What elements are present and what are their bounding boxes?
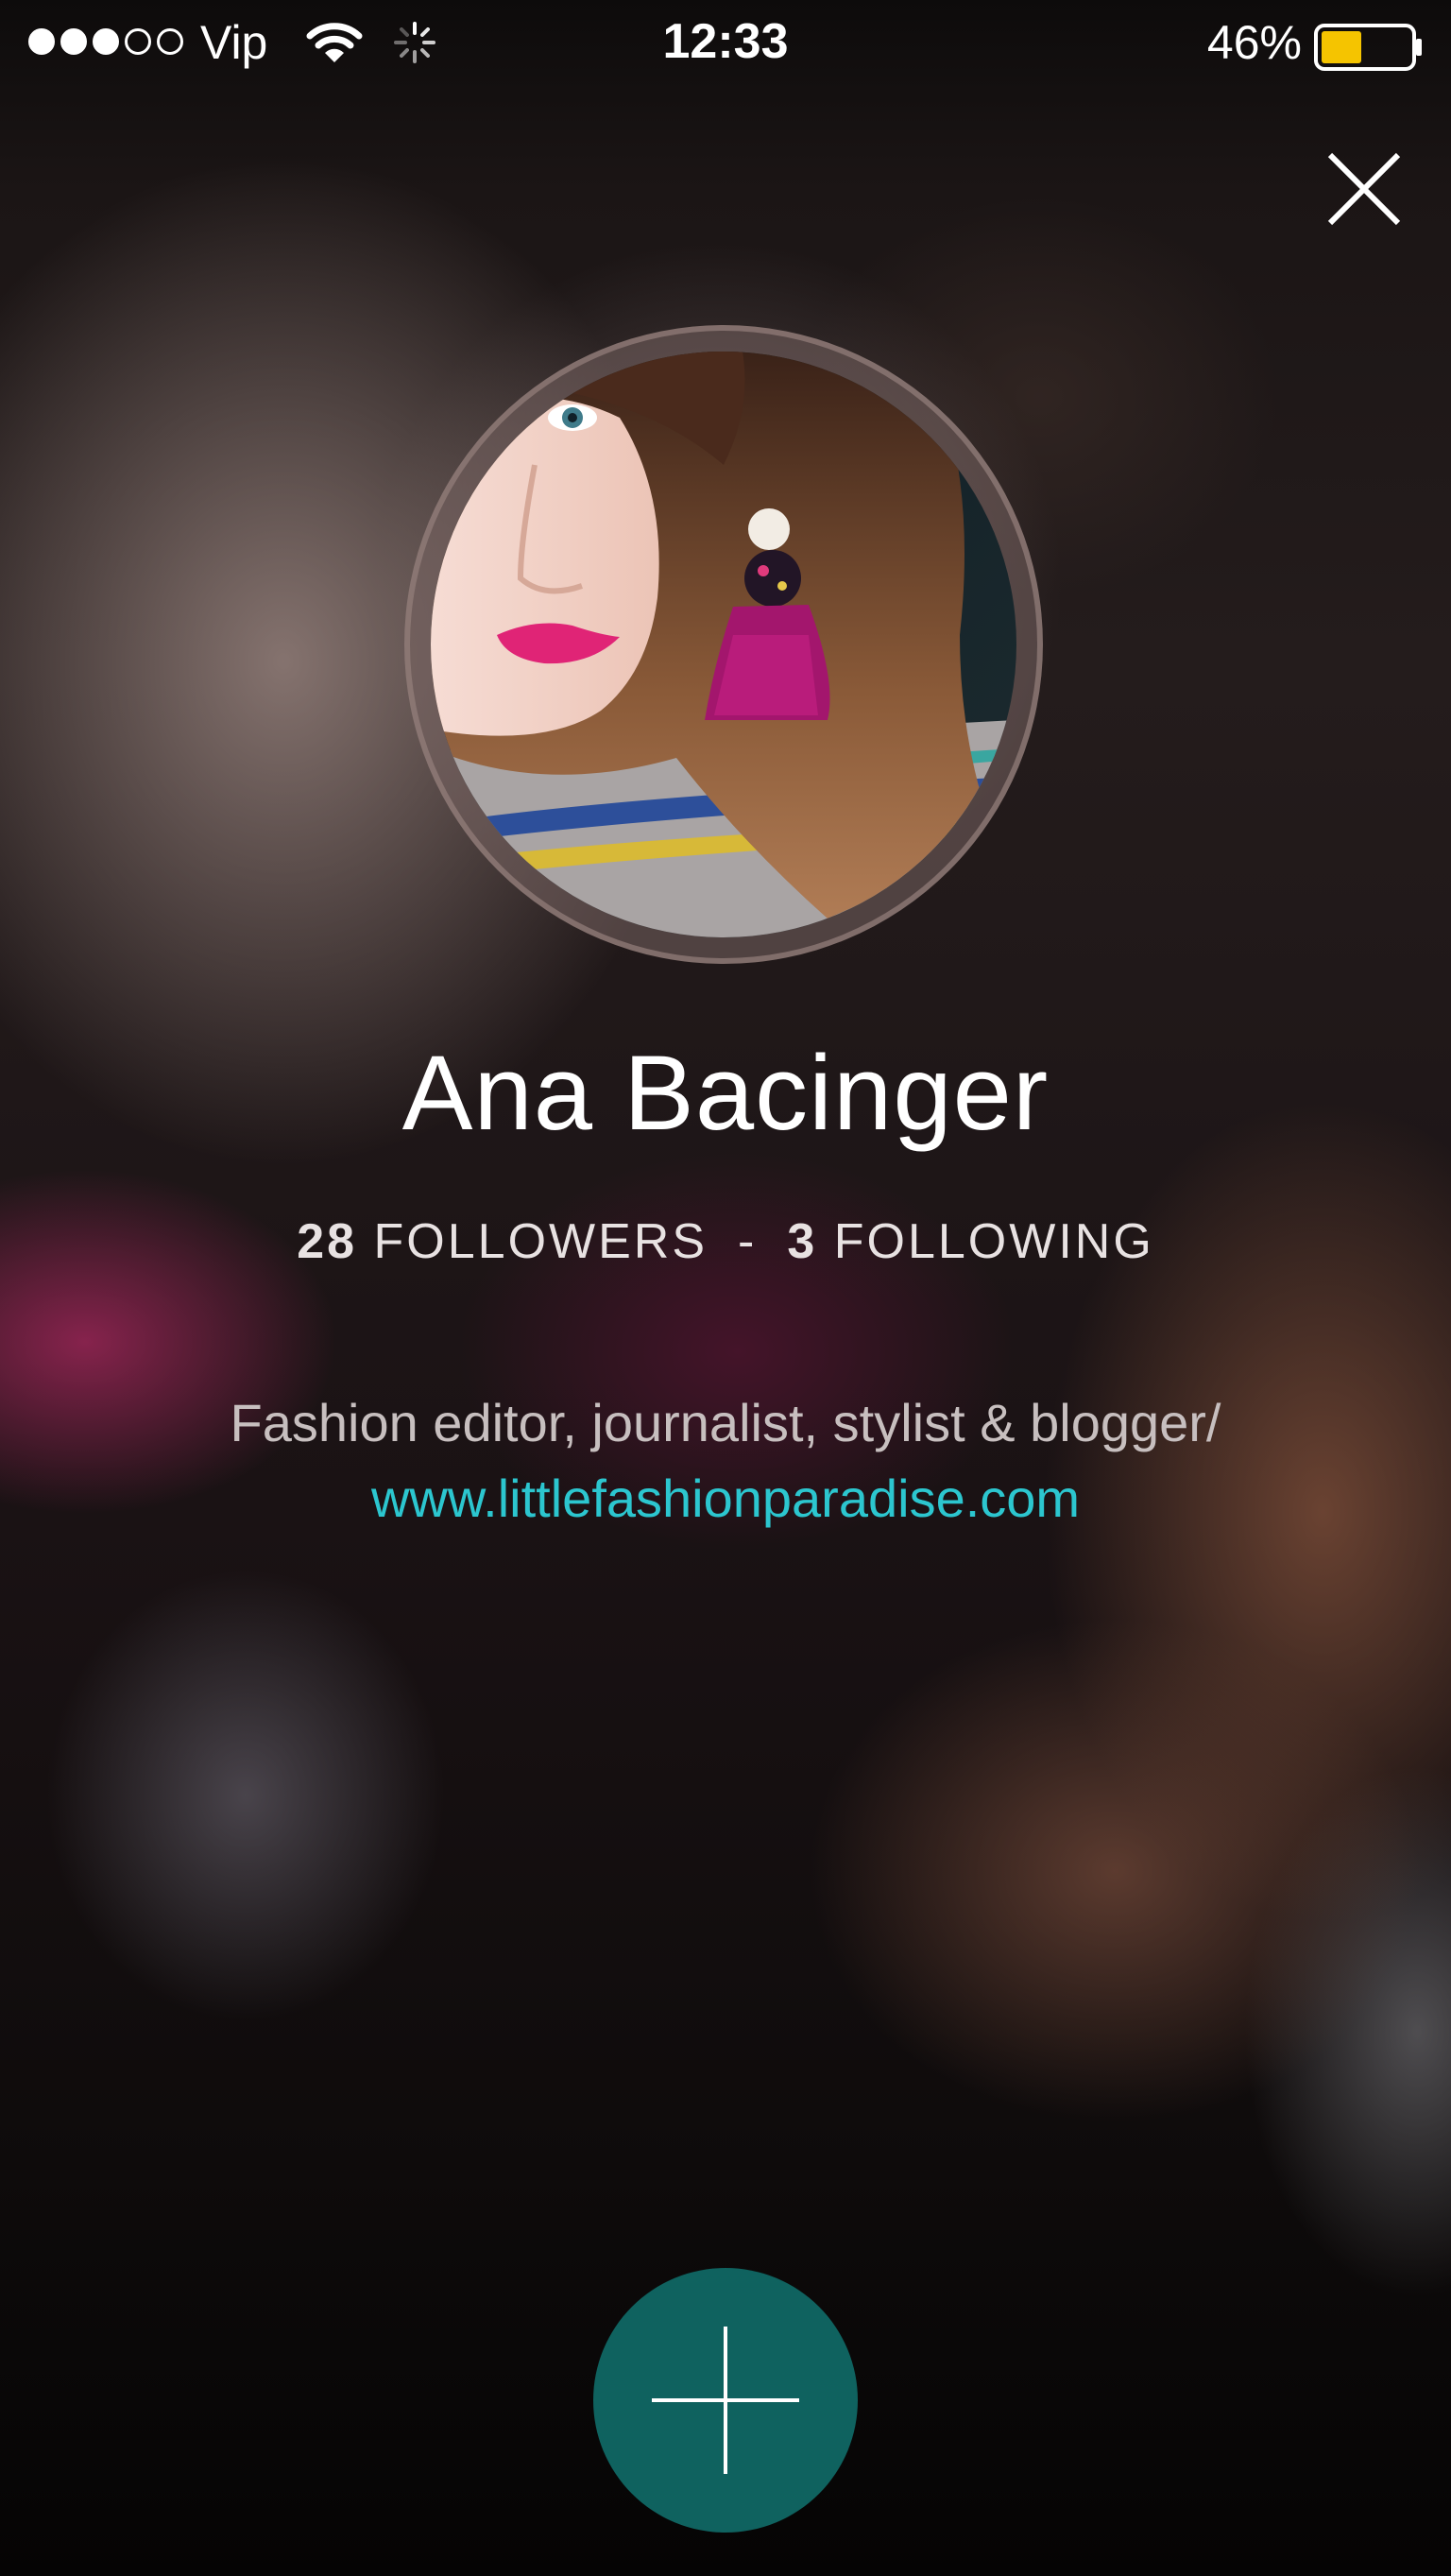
avatar[interactable] (431, 352, 1016, 937)
profile-screen: Vip 12:33 46% Ana Bacinger 28 FOLLOWERS … (0, 0, 1451, 2576)
profile-name: Ana Bacinger (401, 1034, 1050, 1152)
follow-stats: 28 FOLLOWERS -3 FOLLOWING (0, 1213, 1451, 1270)
bio-text: Fashion editor, journalist, stylist & bl… (230, 1393, 1221, 1452)
followers-label: FOLLOWERS (373, 1214, 708, 1269)
plus-icon (652, 2327, 799, 2474)
stats-separator: - (738, 1214, 758, 1269)
close-button[interactable] (1319, 144, 1409, 234)
following-label: FOLLOWING (833, 1214, 1154, 1269)
profile-photo (431, 352, 1016, 937)
profile-bio: Fashion editor, journalist, stylist & bl… (0, 1385, 1451, 1537)
following-link[interactable]: 3 FOLLOWING (787, 1214, 1153, 1269)
battery-percentage: 46% (1206, 16, 1302, 69)
followers-link[interactable]: 28 FOLLOWERS (297, 1214, 708, 1269)
battery-icon (1313, 23, 1425, 76)
followers-count: 28 (297, 1214, 358, 1269)
following-count: 3 (787, 1214, 818, 1269)
status-bar: Vip 12:33 46% (0, 0, 1451, 94)
close-icon (1327, 152, 1401, 226)
add-button[interactable] (593, 2268, 858, 2533)
website-link[interactable]: www.littlefashionparadise.com (0, 1461, 1451, 1537)
